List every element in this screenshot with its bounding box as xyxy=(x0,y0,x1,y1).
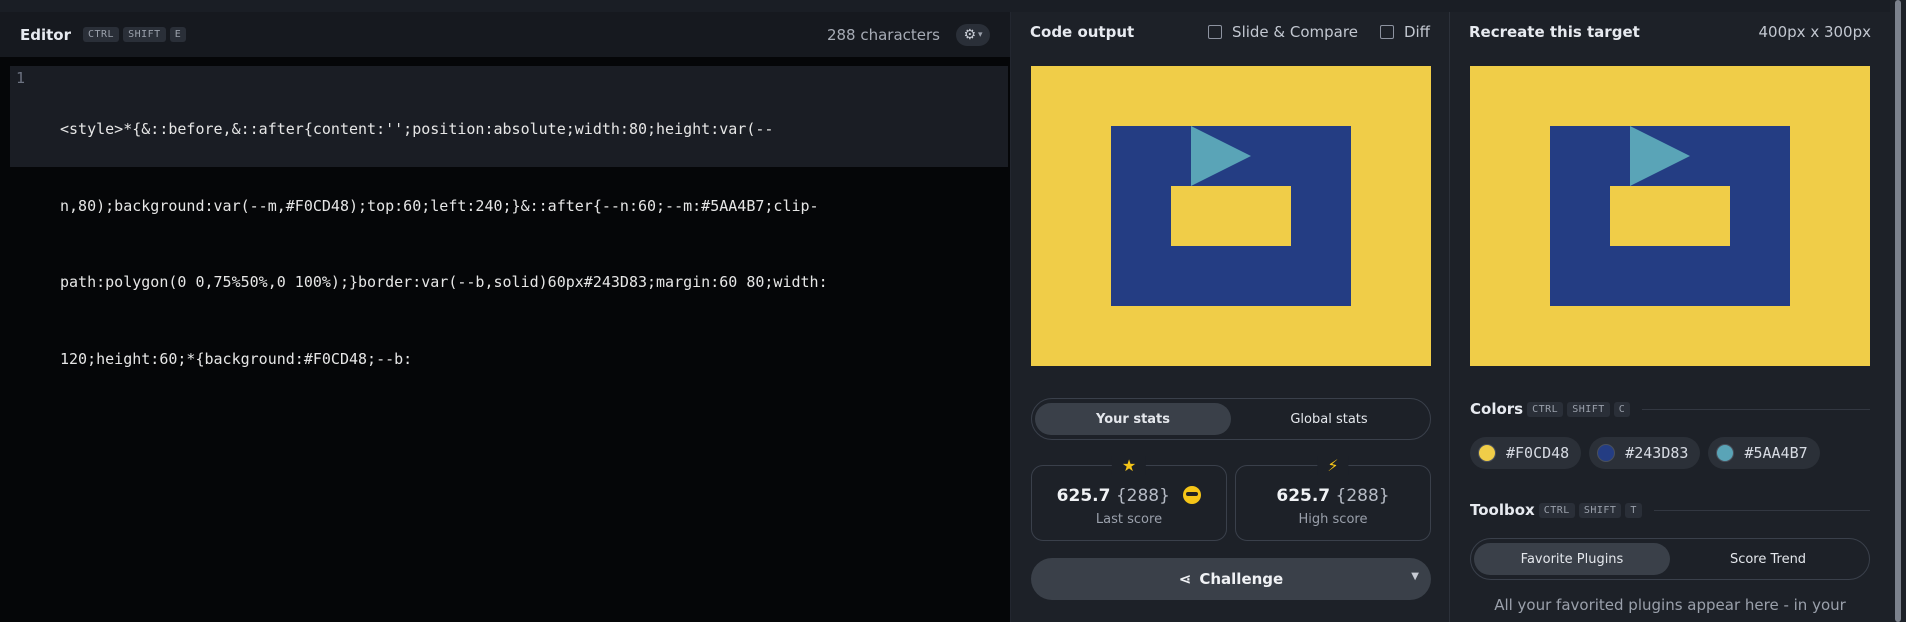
scrollbar-thumb[interactable] xyxy=(1895,0,1901,622)
color-hex: #5AA4B7 xyxy=(1744,444,1808,462)
high-score: 625.7 {288} xyxy=(1276,486,1390,506)
sunglasses-emoji-icon xyxy=(1183,486,1202,504)
code-line: path:polygon(0 0,75%50%,0 100%);}border:… xyxy=(60,273,828,291)
art-gap xyxy=(1231,186,1291,246)
shortcut-key: SHIFT xyxy=(1567,401,1610,417)
shortcut-key: SHIFT xyxy=(123,27,166,42)
character-count: 288 characters xyxy=(826,25,940,44)
diff-label: Diff xyxy=(1403,23,1430,41)
art-blue-block xyxy=(1550,126,1630,186)
target-artwork xyxy=(1470,66,1870,366)
art-gap xyxy=(1670,186,1730,246)
output-preview[interactable] xyxy=(1031,66,1431,366)
lightning-icon: ⚡ xyxy=(1317,456,1349,475)
target-dimensions: 400px x 300px xyxy=(1758,23,1871,41)
tab-global-stats[interactable]: Global stats xyxy=(1231,403,1427,435)
code-text[interactable]: <style>*{&::before,&::after{content:'';p… xyxy=(60,66,990,423)
target-panel: Recreate this target 400px x 300px Color… xyxy=(1450,12,1890,622)
target-title: Recreate this target xyxy=(1469,23,1640,41)
high-score-card: ⚡ 625.7 {288} High score xyxy=(1235,456,1431,541)
toolbox-section-header: Toolbox CTRL SHIFT T xyxy=(1470,501,1870,519)
colors-section-header: Colors CTRL SHIFT C xyxy=(1470,400,1870,418)
tab-favorite-plugins[interactable]: Favorite Plugins xyxy=(1474,543,1670,575)
art-blue-block xyxy=(1111,126,1191,186)
colors-title: Colors xyxy=(1470,400,1524,418)
output-title: Code output xyxy=(1030,23,1135,41)
star-icon: ★ xyxy=(1111,456,1147,475)
app-root: Editor CTRL SHIFT E 288 characters ⚙ ▾ 1… xyxy=(0,0,1906,622)
score-cards: ★ 625.7 {288} Last score ⚡ 625.7 {288} H… xyxy=(1031,456,1431,541)
shortcut-key: T xyxy=(1625,502,1642,518)
diff-toggle[interactable]: Diff xyxy=(1379,23,1430,41)
shortcut-key: SHIFT xyxy=(1578,502,1622,518)
checkbox[interactable] xyxy=(1379,25,1394,39)
last-score: 625.7 {288} xyxy=(1032,486,1226,506)
output-artwork xyxy=(1031,66,1431,366)
target-header: Recreate this target 400px x 300px xyxy=(1450,16,1890,48)
chevron-down-icon: ▾ xyxy=(978,29,983,40)
code-editor[interactable]: 1 <style>*{&::before,&::after{content:''… xyxy=(10,66,1008,368)
slide-compare-toggle[interactable]: Slide & Compare xyxy=(1208,23,1358,41)
tab-your-stats[interactable]: Your stats xyxy=(1035,403,1231,435)
last-score-label: Last score xyxy=(1095,512,1163,527)
toolbox-tabs: Favorite Plugins Score Trend xyxy=(1470,538,1870,580)
editor-title: Editor xyxy=(20,25,71,44)
shortcut-key: CTRL xyxy=(1527,401,1564,417)
challenge-label: Challenge xyxy=(1199,570,1284,588)
color-chip-teal[interactable]: #5AA4B7 xyxy=(1708,437,1820,469)
share-icon: ⋖ xyxy=(1178,570,1192,588)
shortcut-key: E xyxy=(169,27,187,42)
line-number: 1 xyxy=(16,69,26,87)
color-hex: #F0CD48 xyxy=(1506,444,1570,462)
color-chip-yellow[interactable]: #F0CD48 xyxy=(1470,437,1582,469)
editor-header: Editor CTRL SHIFT E 288 characters ⚙ ▾ xyxy=(0,12,1010,57)
output-header: Code output Slide & Compare Diff xyxy=(1011,16,1449,48)
color-hex: #243D83 xyxy=(1625,444,1689,462)
plugins-empty-note: All your favorited plugins appear here -… xyxy=(1494,596,1846,614)
code-line: 120;height:60;*{background:#F0CD48;--b: xyxy=(60,349,413,368)
page-scrollbar[interactable] xyxy=(1890,0,1906,622)
divider xyxy=(1653,509,1870,511)
last-score-card: ★ 625.7 {288} Last score xyxy=(1031,456,1227,541)
color-swatch xyxy=(1597,444,1616,462)
target-preview xyxy=(1470,66,1870,366)
shortcut-key: CTRL xyxy=(83,27,120,42)
challenge-button[interactable]: ⋖ Challenge ▼ xyxy=(1031,558,1431,600)
chevron-down-icon[interactable]: ▼ xyxy=(1411,571,1419,582)
code-line: <style>*{&::before,&::after{content:'';p… xyxy=(60,120,774,138)
color-chips: #F0CD48 #243D83 #5AA4B7 xyxy=(1470,437,1820,469)
shortcut-key: C xyxy=(1613,401,1631,417)
shortcut-key: CTRL xyxy=(1538,502,1575,518)
toolbox-title: Toolbox xyxy=(1470,501,1535,519)
tab-score-trend[interactable]: Score Trend xyxy=(1670,543,1866,575)
gear-icon: ⚙ xyxy=(963,26,977,43)
code-output-panel: Code output Slide & Compare Diff Your st… xyxy=(1011,12,1450,622)
color-swatch xyxy=(1478,444,1496,462)
editor-settings-button[interactable]: ⚙ ▾ xyxy=(956,23,990,46)
divider xyxy=(1642,408,1870,410)
high-score-label: High score xyxy=(1298,512,1368,527)
code-line: n,80);background:var(--m,#F0CD48);top:60… xyxy=(60,196,819,215)
checkbox[interactable] xyxy=(1208,25,1223,39)
color-swatch xyxy=(1716,444,1735,462)
color-chip-blue[interactable]: #243D83 xyxy=(1589,437,1701,469)
slide-compare-label: Slide & Compare xyxy=(1232,23,1358,41)
editor-panel: Editor CTRL SHIFT E 288 characters ⚙ ▾ 1… xyxy=(0,12,1011,622)
stats-tabs: Your stats Global stats xyxy=(1031,398,1431,440)
